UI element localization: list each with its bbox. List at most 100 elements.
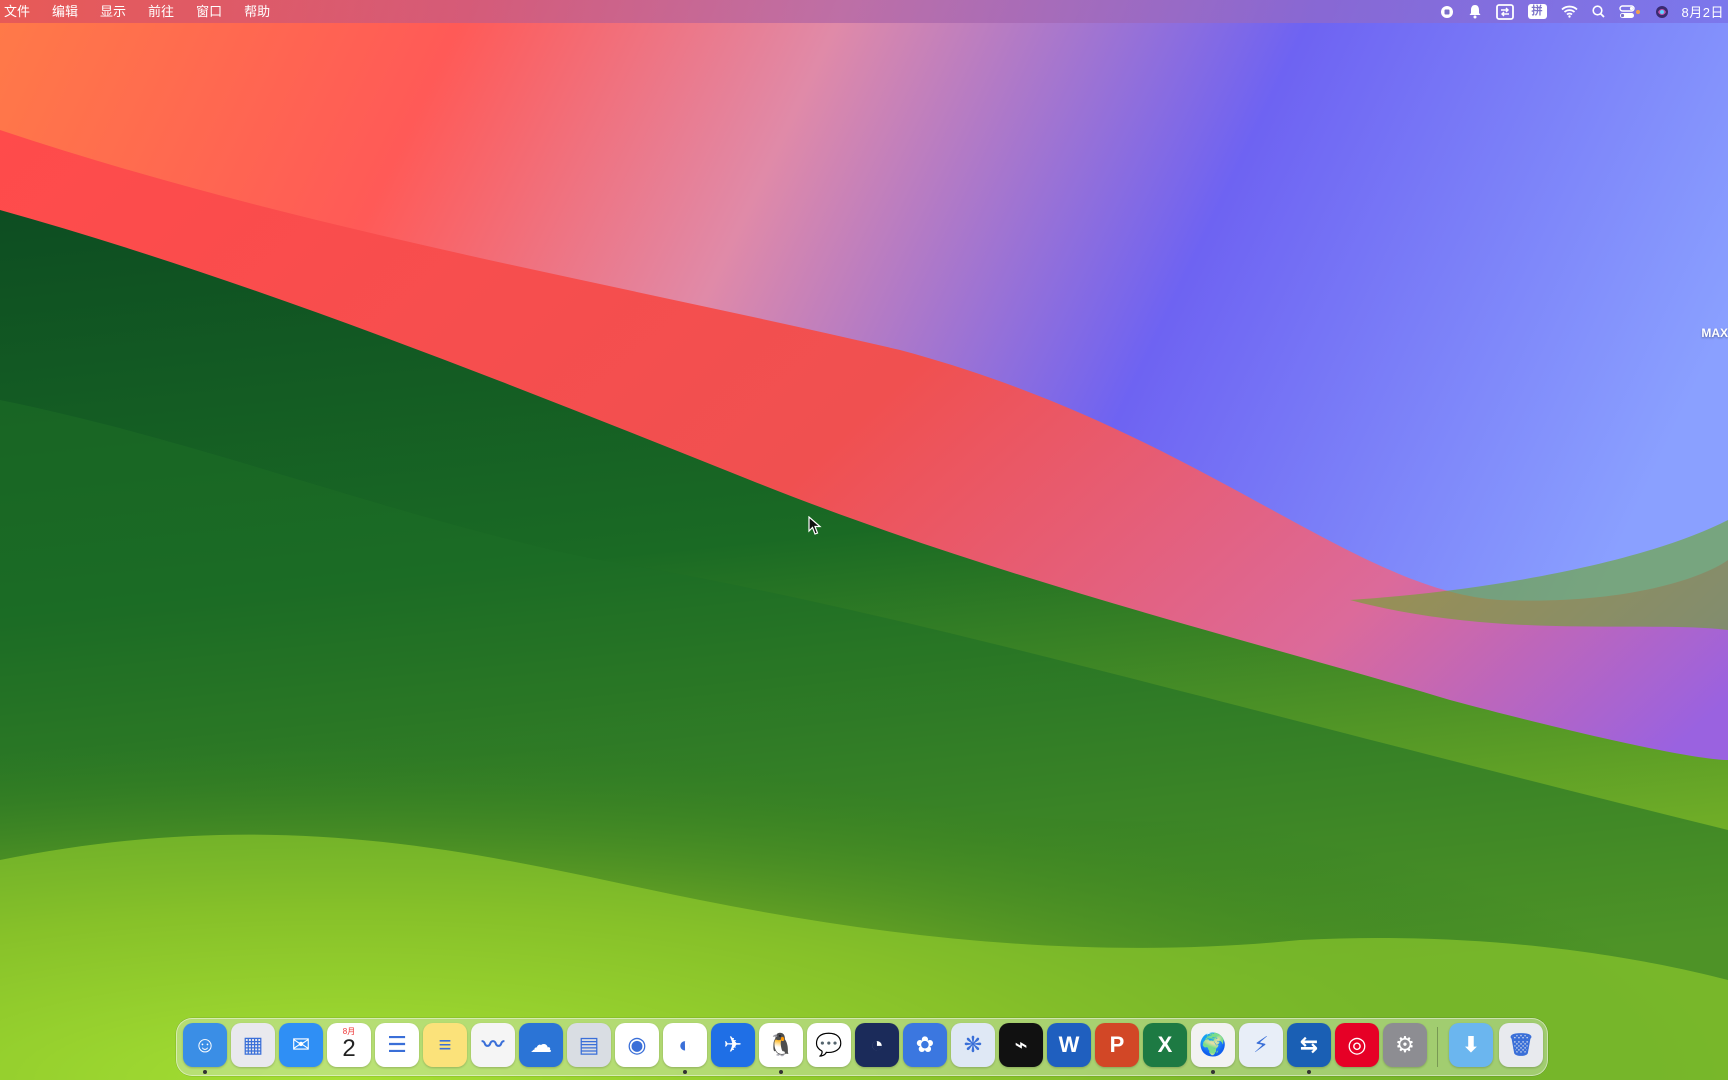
finder-icon[interactable]: ☺ xyxy=(183,1023,227,1067)
remote-desktop-glyph: ⇆ xyxy=(1299,1032,1319,1057)
calendar-day: 2 xyxy=(342,1035,356,1062)
reminders-icon[interactable]: ☰ xyxy=(375,1023,419,1067)
globe-app-glyph: 🌍 xyxy=(1199,1032,1227,1057)
finder-glyph: ☺ xyxy=(193,1032,217,1057)
menu-help[interactable]: 帮助 xyxy=(233,0,281,23)
dock-slot-trash: 🗑 xyxy=(1499,1023,1543,1067)
dock-slot-preview: ▤ xyxy=(567,1023,611,1067)
cinema4d-icon[interactable]: ◔ xyxy=(855,1023,899,1067)
powerpoint-icon[interactable]: P xyxy=(1095,1023,1139,1067)
fish-app-glyph: ❋ xyxy=(963,1032,983,1057)
dock-slot-wechat: 💬 xyxy=(807,1023,851,1067)
dock-slot-fish-app: ❋ xyxy=(951,1023,995,1067)
running-indicator xyxy=(1211,1070,1215,1074)
weather-cloud-icon[interactable]: ☁ xyxy=(519,1023,563,1067)
dock-slot-excel: X xyxy=(1143,1023,1187,1067)
qq-bell-icon[interactable] xyxy=(1468,0,1482,23)
dock-separator xyxy=(1437,1027,1438,1067)
siri-icon[interactable] xyxy=(1655,0,1669,23)
menu-view[interactable]: 显示 xyxy=(89,0,137,23)
control-center-icon[interactable] xyxy=(1618,0,1641,23)
freeform-icon[interactable]: 〰 xyxy=(471,1023,515,1067)
dock-slot-launchpad: ▦ xyxy=(231,1023,275,1067)
dock-slot-reminders: ☰ xyxy=(375,1023,419,1067)
edge-glyph: ◐ xyxy=(678,1032,692,1057)
dock-slot-cinema4d: ◔ xyxy=(855,1023,899,1067)
dock-slot-qq: 🐧 xyxy=(759,1023,803,1074)
netease-music-glyph: ◎ xyxy=(1347,1032,1367,1057)
thunder-glyph: ⚡ xyxy=(1253,1032,1269,1057)
input-method-label: 拼 xyxy=(1527,4,1547,19)
word-glyph: W xyxy=(1058,1032,1080,1057)
menu-window[interactable]: 窗口 xyxy=(185,0,233,23)
running-indicator xyxy=(683,1070,687,1074)
menu-file[interactable]: 文件 xyxy=(0,0,41,23)
desktop-item-label[interactable]: MAX xyxy=(1701,326,1728,340)
fish-app-icon[interactable]: ❋ xyxy=(951,1023,995,1067)
dock-slot-thunder: ⚡ xyxy=(1239,1023,1283,1067)
feishu-icon[interactable]: ✈ xyxy=(711,1023,755,1067)
cinema4d-glyph: ◔ xyxy=(870,1032,884,1057)
trash-glyph: 🗑 xyxy=(1507,1032,1535,1057)
running-indicator xyxy=(779,1070,783,1074)
mouse-cursor-icon xyxy=(808,516,822,535)
record-icon[interactable] xyxy=(1440,0,1454,23)
status-area: 拼 8月2日 xyxy=(1433,0,1728,23)
dock-slot-capcut: ⌁ xyxy=(999,1023,1043,1067)
capcut-icon[interactable]: ⌁ xyxy=(999,1023,1043,1067)
downloads-icon[interactable]: ⬇ xyxy=(1449,1023,1493,1067)
globe-app-icon[interactable]: 🌍 xyxy=(1191,1023,1235,1067)
running-indicator xyxy=(1307,1070,1311,1074)
mail-icon[interactable]: ✉ xyxy=(279,1023,323,1067)
remote-desktop-icon[interactable]: ⇆ xyxy=(1287,1023,1331,1067)
menu-go[interactable]: 前往 xyxy=(137,0,185,23)
preview-icon[interactable]: ▤ xyxy=(567,1023,611,1067)
dock-slot-system-settings: ⚙ xyxy=(1383,1023,1427,1067)
mascot-app-icon[interactable]: ✿ xyxy=(903,1023,947,1067)
trash-icon[interactable]: 🗑 xyxy=(1499,1023,1543,1067)
word-icon[interactable]: W xyxy=(1047,1023,1091,1067)
input-method-icon[interactable]: 拼 xyxy=(1527,0,1547,23)
menu-list: 文件 编辑 显示 前往 窗口 帮助 xyxy=(0,0,281,23)
dock-slot-downloads: ⬇ xyxy=(1449,1023,1493,1067)
search-icon[interactable] xyxy=(1591,0,1605,23)
edge-icon[interactable]: ◐ xyxy=(663,1023,707,1067)
dock-right-items: ⬇ 🗑 xyxy=(1449,1023,1543,1067)
dock-slot-chrome: ◉ xyxy=(615,1023,659,1067)
excel-glyph: X xyxy=(1157,1032,1173,1057)
thunder-icon[interactable]: ⚡ xyxy=(1239,1023,1283,1067)
mascot-app-glyph: ✿ xyxy=(915,1032,935,1057)
calendar-icon[interactable]: 8月 2 xyxy=(327,1023,371,1067)
menu-edit[interactable]: 编辑 xyxy=(41,0,89,23)
dock-slot-globe-app: 🌍 xyxy=(1191,1023,1235,1074)
wifi-icon[interactable] xyxy=(1560,0,1578,23)
feishu-glyph: ✈ xyxy=(723,1032,743,1057)
dock-slot-weather-cloud: ☁ xyxy=(519,1023,563,1067)
desktop-wallpaper xyxy=(0,0,1728,1080)
dock-slot-mascot-app: ✿ xyxy=(903,1023,947,1067)
menubar-clock[interactable]: 8月2日 xyxy=(1682,2,1724,21)
launchpad-icon[interactable]: ▦ xyxy=(231,1023,275,1067)
qq-icon[interactable]: 🐧 xyxy=(759,1023,803,1067)
dock-slot-finder: ☺ xyxy=(183,1023,227,1074)
dock-slot-mail: ✉ xyxy=(279,1023,323,1067)
dock-slot-freeform: 〰 xyxy=(471,1023,515,1067)
notes-icon[interactable]: ≡ xyxy=(423,1023,467,1067)
dock-slot-calendar: 8月 2 xyxy=(327,1023,371,1067)
system-settings-glyph: ⚙ xyxy=(1395,1032,1415,1057)
dock-slot-edge: ◐ xyxy=(663,1023,707,1074)
notes-glyph: ≡ xyxy=(438,1032,452,1057)
launchpad-glyph: ▦ xyxy=(242,1032,264,1057)
wechat-glyph: 💬 xyxy=(815,1032,843,1057)
excel-icon[interactable]: X xyxy=(1143,1023,1187,1067)
chrome-icon[interactable]: ◉ xyxy=(615,1023,659,1067)
system-settings-icon[interactable]: ⚙ xyxy=(1383,1023,1427,1067)
netease-music-icon[interactable]: ◎ xyxy=(1335,1023,1379,1067)
dock: ☺ ▦ ✉ 8月 2 ☰ ≡ 〰 ☁ ▤ ◉ ◐ ✈ 🐧 💬 ◔ ✿ ❋ ⌁ W P X 🌍 ⚡ ⇆ ◎ ⚙ ⬇ 🗑 xyxy=(176,1018,1548,1076)
running-indicator xyxy=(203,1070,207,1074)
preview-glyph: ▤ xyxy=(578,1032,600,1057)
wechat-icon[interactable]: 💬 xyxy=(807,1023,851,1067)
dock-slot-powerpoint: P xyxy=(1095,1023,1139,1067)
dock-slot-feishu: ✈ xyxy=(711,1023,755,1067)
screen-share-icon[interactable] xyxy=(1495,0,1514,23)
